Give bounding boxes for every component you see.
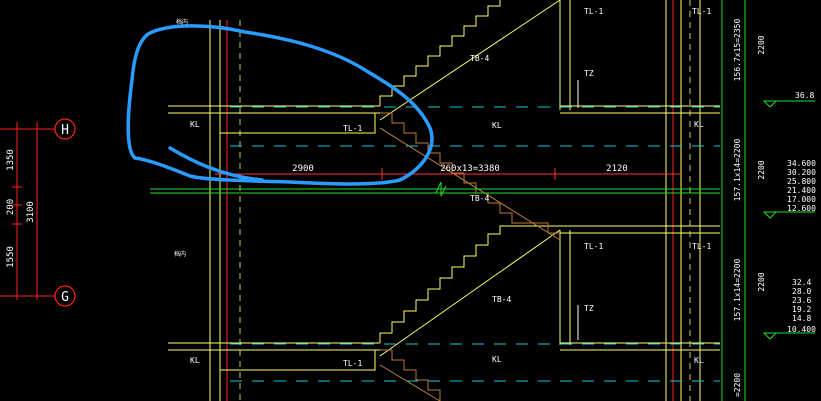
elevation-text: 12.600 [787,204,816,213]
dim-text-vertical: =2200 [733,373,742,397]
label-kl: KL [492,355,502,364]
dim-text-vertical: 2200 [757,35,766,54]
elevation-text: 32.4 [792,278,811,287]
dim-text-vertical: 157.1x14=2200 [733,259,742,322]
small-note: 档内 [174,250,186,258]
elevation-text: 23.6 [792,296,811,305]
dim-text-vertical: 2200 [757,272,766,291]
dim-text-vertical: 156.7x15=2350 [733,19,742,82]
label-tl: TL-1 [343,359,362,368]
elevation-text: 14.8 [792,314,811,323]
axis-label-g: G [61,290,69,305]
stair-section-drawing: 1350 200 1550 3100 H G 2900 260x13=3380 … [0,0,821,401]
label-tl: TL-1 [692,7,711,16]
elevation-text: 21.400 [787,186,816,195]
dim-text: 2120 [606,164,628,174]
label-tb: TB-4 [492,295,511,304]
elevation-text: 10.400 [787,325,816,334]
label-tb: TB-4 [470,194,489,203]
label-tz: TZ [584,69,594,78]
dim-text-vertical: 2200 [757,160,766,179]
label-tl: TL-1 [584,242,603,251]
dim-text: 2900 [292,164,314,174]
label-tl: TL-1 [692,242,711,251]
elevation-text: 34.600 [787,159,816,168]
label-tz: TZ [584,304,594,313]
elevation-text: 30.200 [787,168,816,177]
dim-text-vertical: 157.1x14=2200 [733,139,742,202]
label-tl: TL-1 [584,7,603,16]
elevation-text: 25.800 [787,177,816,186]
elevation-text: 19.2 [792,305,811,314]
label-tb: TB-4 [470,54,489,63]
dim-text: 200 [6,199,16,215]
elevation-text: 28.0 [792,287,811,296]
dim-text: 260x13=3380 [440,164,500,174]
label-tl: TL-1 [343,124,362,133]
label-kl: KL [694,356,704,365]
drawing-background [0,0,821,401]
dim-text: 1550 [6,246,16,268]
elevation-text: 17.000 [787,195,816,204]
label-kl: KL [694,120,704,129]
elevation-text: 36.8 [795,91,814,100]
dim-text: 1350 [6,149,16,171]
label-kl: KL [190,356,200,365]
dim-text-total: 3100 [26,201,36,223]
label-kl: KL [190,120,200,129]
axis-label-h: H [61,123,69,138]
label-kl: KL [492,121,502,130]
